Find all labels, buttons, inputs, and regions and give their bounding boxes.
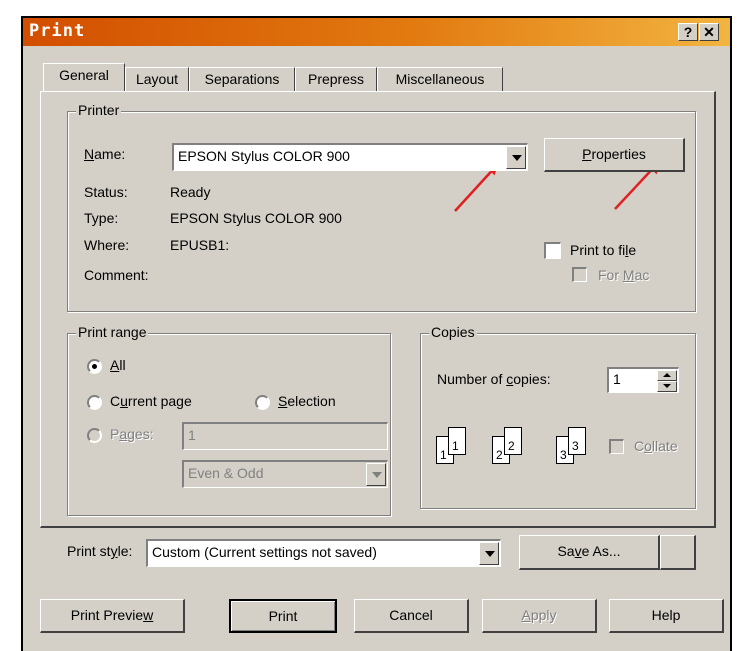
radio-selected-dot xyxy=(92,364,97,369)
print-style-dropdown-button[interactable] xyxy=(479,542,499,565)
print-style-select[interactable]: Custom (Current settings not saved) xyxy=(146,539,501,567)
current-page-radio[interactable] xyxy=(87,395,102,410)
spinner-up-button[interactable] xyxy=(657,370,677,381)
even-odd-dropdown-button[interactable] xyxy=(366,463,386,486)
triangle-down-icon xyxy=(372,472,382,478)
print-range-group: Print range All Current page Selection P… xyxy=(67,324,391,516)
tab-general[interactable]: General xyxy=(43,63,125,91)
spinner-down-button[interactable] xyxy=(657,381,677,392)
for-mac-checkbox[interactable] xyxy=(572,267,587,282)
triangle-down-icon xyxy=(485,551,495,557)
where-value: EPUSB1: xyxy=(170,237,230,253)
printer-dropdown-button[interactable] xyxy=(506,146,526,169)
where-label: Where: xyxy=(84,237,130,253)
number-of-copies-label: Number of copies: xyxy=(437,371,551,387)
print-style-label: Print style: xyxy=(67,543,133,559)
print-dialog: Print ? ✕ General Layout Separations Pre… xyxy=(21,16,732,651)
page-icon: 1 xyxy=(448,427,466,455)
page-icon: 2 xyxy=(504,427,522,455)
name-label: Name: xyxy=(84,146,126,162)
selection-radio[interactable] xyxy=(255,395,270,410)
printer-group: Printer Name: EPSON Stylus COLOR 900 Pro… xyxy=(67,102,696,312)
print-to-file-label: Print to file xyxy=(570,242,637,258)
all-radio[interactable] xyxy=(87,359,102,374)
page-icon: 3 xyxy=(568,427,586,455)
printer-group-title: Printer xyxy=(76,102,122,118)
copies-group: Copies Number of copies: 1 1 1 2 2 3 3 C… xyxy=(420,324,696,509)
triangle-down-icon xyxy=(663,384,671,388)
print-to-file-checkbox[interactable] xyxy=(544,242,561,259)
even-odd-value: Even & Odd xyxy=(188,465,264,481)
status-label: Status: xyxy=(84,184,128,200)
print-style-value: Custom (Current settings not saved) xyxy=(152,544,377,560)
general-panel: Printer Name: EPSON Stylus COLOR 900 Pro… xyxy=(40,91,716,570)
properties-button[interactable]: Properties xyxy=(544,138,685,172)
copies-title: Copies xyxy=(429,324,477,340)
even-odd-select[interactable]: Even & Odd xyxy=(182,460,388,488)
print-range-title: Print range xyxy=(76,324,149,340)
printer-name-select[interactable]: EPSON Stylus COLOR 900 xyxy=(172,143,528,171)
save-as-button[interactable]: Save As... xyxy=(519,535,660,570)
all-label: All xyxy=(110,357,126,373)
copies-spinner[interactable]: 1 xyxy=(607,367,679,393)
copies-value: 1 xyxy=(613,371,621,387)
save-as-extra-button[interactable] xyxy=(660,535,696,570)
selection-label: Selection xyxy=(278,393,336,409)
comment-label: Comment: xyxy=(84,267,149,283)
triangle-up-icon xyxy=(663,373,671,377)
current-page-label: Current page xyxy=(110,393,192,409)
type-label: Type: xyxy=(84,210,119,226)
triangle-down-icon xyxy=(512,155,522,161)
pages-radio[interactable] xyxy=(87,428,102,443)
collate-checkbox[interactable] xyxy=(609,439,624,454)
pages-input[interactable]: 1 xyxy=(182,422,388,450)
status-value: Ready xyxy=(170,184,211,200)
for-mac-label: For Mac xyxy=(598,267,650,283)
collate-label: Collate xyxy=(634,438,678,454)
printer-name-value: EPSON Stylus COLOR 900 xyxy=(178,148,350,164)
pages-label: Pages: xyxy=(110,426,154,442)
type-value: EPSON Stylus COLOR 900 xyxy=(170,210,342,226)
